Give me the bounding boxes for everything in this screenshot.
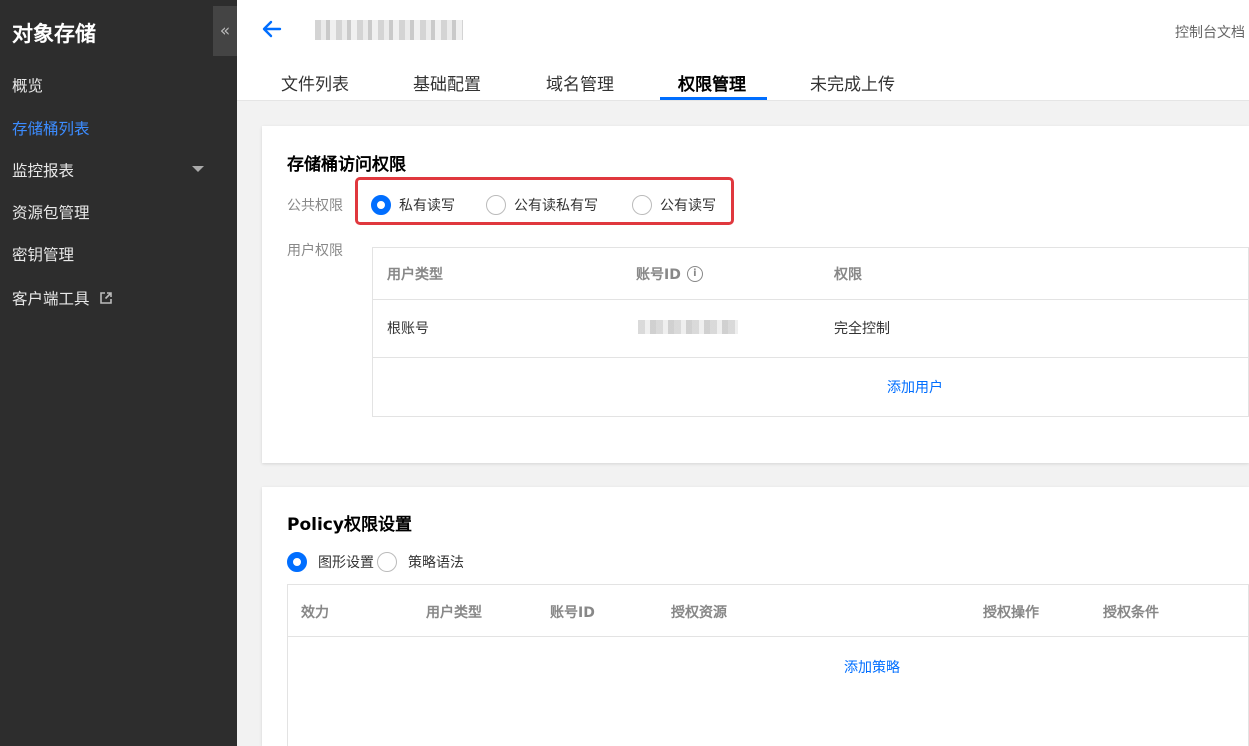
sidebar-item-resource-packages[interactable]: 资源包管理 [12, 201, 90, 223]
sidebar-item-label: 资源包管理 [12, 204, 90, 222]
radio-unchecked-icon [377, 552, 397, 572]
policy-title: Policy权限设置 [287, 515, 412, 535]
radio-label: 图形设置 [318, 555, 374, 571]
radio-unchecked-icon [486, 195, 506, 215]
sidebar-item-client-tools[interactable]: 客户端工具 [12, 287, 112, 309]
sidebar-item-label: 密钥管理 [12, 246, 75, 264]
radio-checked-icon [287, 552, 307, 572]
collapse-sidebar-button[interactable]: « [213, 6, 237, 56]
sidebar-item-bucket-list[interactable]: 存储桶列表 [12, 117, 90, 139]
radio-label: 私有读写 [399, 198, 455, 214]
add-user-button[interactable]: 添加用户 [887, 377, 943, 397]
radio-label: 公有读写 [660, 198, 716, 214]
public-permission-label: 公共权限 [287, 198, 343, 214]
row-divider [373, 357, 1248, 358]
radio-unchecked-icon [632, 195, 652, 215]
cell-user-type: 根账号 [387, 321, 429, 337]
back-arrow-icon[interactable] [261, 18, 283, 40]
chevron-down-icon[interactable] [192, 166, 204, 172]
radio-public-read-private-write[interactable]: 公有读私有写 [486, 195, 598, 215]
sidebar-item-label: 存储桶列表 [12, 120, 90, 138]
radio-private-read-write[interactable]: 私有读写 [371, 195, 455, 215]
cell-permission: 完全控制 [834, 321, 890, 337]
policy-table: 效力 用户类型 账号ID 授权资源 授权操作 授权条件 添加策略 [287, 584, 1249, 746]
tab-file-list[interactable]: 文件列表 [281, 70, 349, 95]
tab-domain-management[interactable]: 域名管理 [546, 70, 614, 95]
radio-label: 公有读私有写 [514, 198, 598, 214]
row-divider [288, 636, 1248, 637]
tab-incomplete-uploads[interactable]: 未完成上传 [810, 70, 895, 95]
user-permission-label: 用户权限 [287, 243, 343, 259]
page-header: 控制台文档 文件列表 基础配置 域名管理 权限管理 未完成上传 [237, 0, 1249, 101]
sidebar: 对象存储 « 概览 存储桶列表 监控报表 资源包管理 密钥管理 客户端工具 [0, 0, 237, 746]
column-header: 授权条件 [1103, 605, 1159, 621]
add-policy-button[interactable]: 添加策略 [844, 657, 900, 677]
sidebar-item-monitoring[interactable]: 监控报表 [12, 159, 74, 181]
sidebar-item-label: 客户端工具 [12, 290, 90, 308]
radio-graphical-settings[interactable]: 图形设置 [287, 552, 374, 572]
external-link-icon [99, 292, 112, 304]
active-tab-indicator [660, 97, 767, 100]
column-header: 权限 [834, 267, 862, 283]
account-id-redacted [638, 320, 738, 334]
tab-basic-config[interactable]: 基础配置 [413, 70, 481, 95]
column-header: 用户类型 [426, 605, 482, 621]
sidebar-title: 对象存储 [12, 22, 96, 46]
sidebar-item-label: 概览 [12, 77, 44, 95]
column-header: 账号ID [550, 605, 595, 621]
radio-public-read-write[interactable]: 公有读写 [632, 195, 716, 215]
column-header: 用户类型 [387, 267, 443, 283]
column-header: 授权操作 [983, 605, 1039, 621]
bucket-name-redacted [315, 20, 463, 40]
policy-card: Policy权限设置 图形设置 策略语法 效力 用户类型 账号ID 授权资源 授… [262, 487, 1249, 746]
user-permission-table: 用户类型 账号ID i 权限 根账号 完全控制 添加用户 [372, 247, 1249, 417]
tab-permission-management[interactable]: 权限管理 [678, 70, 746, 95]
column-header: 授权资源 [671, 605, 727, 621]
bucket-acl-card: 存储桶访问权限 公共权限 私有读写 公有读私有写 公有读写 用户权限 用户类型 … [262, 126, 1249, 463]
column-header: 效力 [301, 605, 329, 621]
info-icon[interactable]: i [686, 266, 703, 282]
console-docs-link[interactable]: 控制台文档 [1175, 22, 1249, 42]
row-divider [373, 299, 1248, 300]
sidebar-item-key-management[interactable]: 密钥管理 [12, 243, 74, 265]
sidebar-item-label: 监控报表 [12, 162, 75, 180]
sidebar-item-overview[interactable]: 概览 [12, 74, 43, 96]
column-header: 账号ID i [636, 264, 703, 284]
bucket-acl-title: 存储桶访问权限 [287, 155, 406, 175]
radio-checked-icon [371, 195, 391, 215]
radio-policy-syntax[interactable]: 策略语法 [377, 552, 464, 572]
radio-label: 策略语法 [408, 555, 464, 571]
